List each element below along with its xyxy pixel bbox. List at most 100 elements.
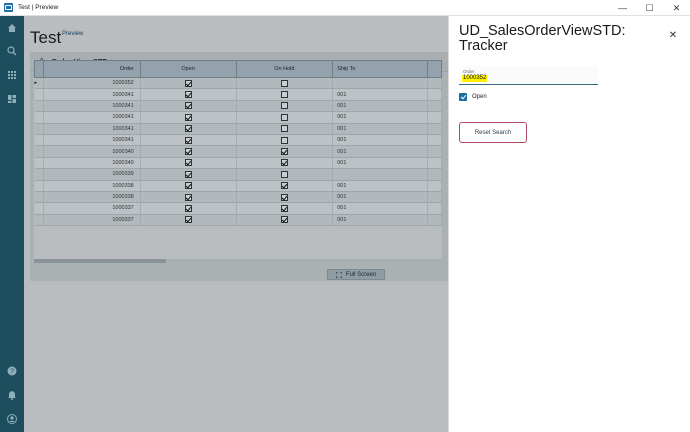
order-cell[interactable]: 1000352 [43,77,141,90]
ship-to-cell[interactable]: 001 [332,88,428,101]
row-selector-cell[interactable] [34,180,44,192]
unchecked-checkbox-icon[interactable] [280,125,288,133]
checked-checkbox-icon[interactable] [280,159,288,167]
ship-to-cell[interactable]: 001 [332,214,428,227]
ship-to-cell[interactable]: 001 [332,202,428,215]
on-hold-cell[interactable] [236,88,334,101]
row-selector-cell[interactable] [34,88,44,101]
apps-grid-icon[interactable] [6,69,18,81]
on-hold-cell[interactable] [236,145,334,158]
ship-to-cell[interactable] [332,168,428,181]
on-hold-cell[interactable] [236,191,334,204]
ship-to-cell[interactable]: 001 [332,191,428,204]
checked-checkbox-icon[interactable] [184,204,192,212]
unchecked-checkbox-icon[interactable] [280,91,288,99]
horizontal-scrollbar[interactable] [34,259,442,263]
help-icon[interactable]: ? [6,365,18,377]
table-row[interactable]: 1000337 001 [34,214,442,227]
open-cell[interactable] [140,100,237,113]
on-hold-cell[interactable] [236,100,334,113]
order-cell[interactable]: 1000337 [43,214,141,227]
table-row[interactable]: 1000341 001 [34,134,442,147]
order-field-value[interactable]: 1000352 [462,75,488,82]
home-icon[interactable] [6,22,18,34]
row-selector-cell[interactable] [34,168,44,181]
order-cell[interactable]: 1000341 [43,134,141,147]
unchecked-checkbox-icon[interactable] [280,79,288,87]
table-row[interactable]: 1000340 001 [34,157,442,170]
checked-checkbox-icon[interactable] [184,170,192,178]
order-cell[interactable]: 1000341 [43,100,141,113]
ship-to-cell[interactable]: 001 [332,157,428,170]
checked-checkbox-icon[interactable] [184,182,192,190]
open-cell[interactable] [140,180,237,192]
ship-to-cell[interactable]: 001 [332,111,428,124]
table-row[interactable]: ▸ 1000352 [34,77,442,90]
table-row[interactable]: 1000339 [34,168,442,181]
open-checkbox[interactable] [459,93,467,101]
checked-checkbox-icon[interactable] [184,159,192,167]
on-hold-cell[interactable] [236,180,334,192]
order-cell[interactable]: 1000340 [43,157,141,170]
row-selector-cell[interactable] [34,157,44,170]
table-row[interactable]: 1000337 001 [34,202,442,215]
order-cell[interactable]: 1000338 [43,191,141,204]
row-selector-cell[interactable] [34,100,44,113]
checked-checkbox-icon[interactable] [280,216,288,224]
column-header-order[interactable]: Order [42,60,141,78]
user-account-icon[interactable] [6,413,18,425]
table-row[interactable]: 1000338 001 [34,191,442,204]
open-cell[interactable] [140,134,237,147]
open-cell[interactable] [140,88,237,101]
on-hold-cell[interactable] [236,123,334,135]
column-header-on-hold[interactable]: On Hold [235,60,334,78]
order-cell[interactable]: 1000339 [43,168,141,181]
order-cell[interactable]: 1000338 [43,180,141,192]
checked-checkbox-icon[interactable] [184,113,192,121]
on-hold-cell[interactable] [236,111,334,124]
close-icon[interactable]: ✕ [668,30,678,41]
open-checkbox-row[interactable]: Open [459,93,487,101]
on-hold-cell[interactable] [236,168,334,181]
order-cell[interactable]: 1000337 [43,202,141,215]
table-row[interactable]: 1000338 001 [34,180,442,192]
column-header-open[interactable]: Open [139,60,237,78]
order-cell[interactable]: 1000341 [43,111,141,124]
checked-checkbox-icon[interactable] [280,182,288,190]
open-cell[interactable] [140,191,237,204]
open-cell[interactable] [140,202,237,215]
open-cell[interactable] [140,145,237,158]
notification-bell-icon[interactable] [6,389,18,401]
unchecked-checkbox-icon[interactable] [280,136,288,144]
open-cell[interactable] [140,77,237,90]
unchecked-checkbox-icon[interactable] [280,102,288,110]
ship-to-cell[interactable]: 001 [332,100,428,113]
row-selector-cell[interactable] [34,202,44,215]
open-cell[interactable] [140,157,237,170]
checked-checkbox-icon[interactable] [184,91,192,99]
open-cell[interactable] [140,214,237,227]
unchecked-checkbox-icon[interactable] [280,113,288,121]
row-selector-cell[interactable] [34,214,44,227]
checked-checkbox-icon[interactable] [280,193,288,201]
row-selector-cell[interactable] [34,191,44,204]
row-selector-cell[interactable]: ▸ [34,77,44,90]
ship-to-cell[interactable]: 001 [332,145,428,158]
checked-checkbox-icon[interactable] [184,136,192,144]
row-selector-cell[interactable] [34,111,44,124]
checked-checkbox-icon[interactable] [184,148,192,156]
on-hold-cell[interactable] [236,214,334,227]
checked-checkbox-icon[interactable] [280,204,288,212]
dashboard-icon[interactable] [6,93,18,105]
row-selector-cell[interactable] [34,134,44,147]
open-cell[interactable] [140,168,237,181]
row-selector-cell[interactable] [34,123,44,135]
table-row[interactable]: 1000341 001 [34,111,442,124]
unchecked-checkbox-icon[interactable] [280,170,288,178]
on-hold-cell[interactable] [236,202,334,215]
checked-checkbox-icon[interactable] [184,125,192,133]
on-hold-cell[interactable] [236,77,334,90]
open-cell[interactable] [140,111,237,124]
on-hold-cell[interactable] [236,157,334,170]
checked-checkbox-icon[interactable] [280,148,288,156]
